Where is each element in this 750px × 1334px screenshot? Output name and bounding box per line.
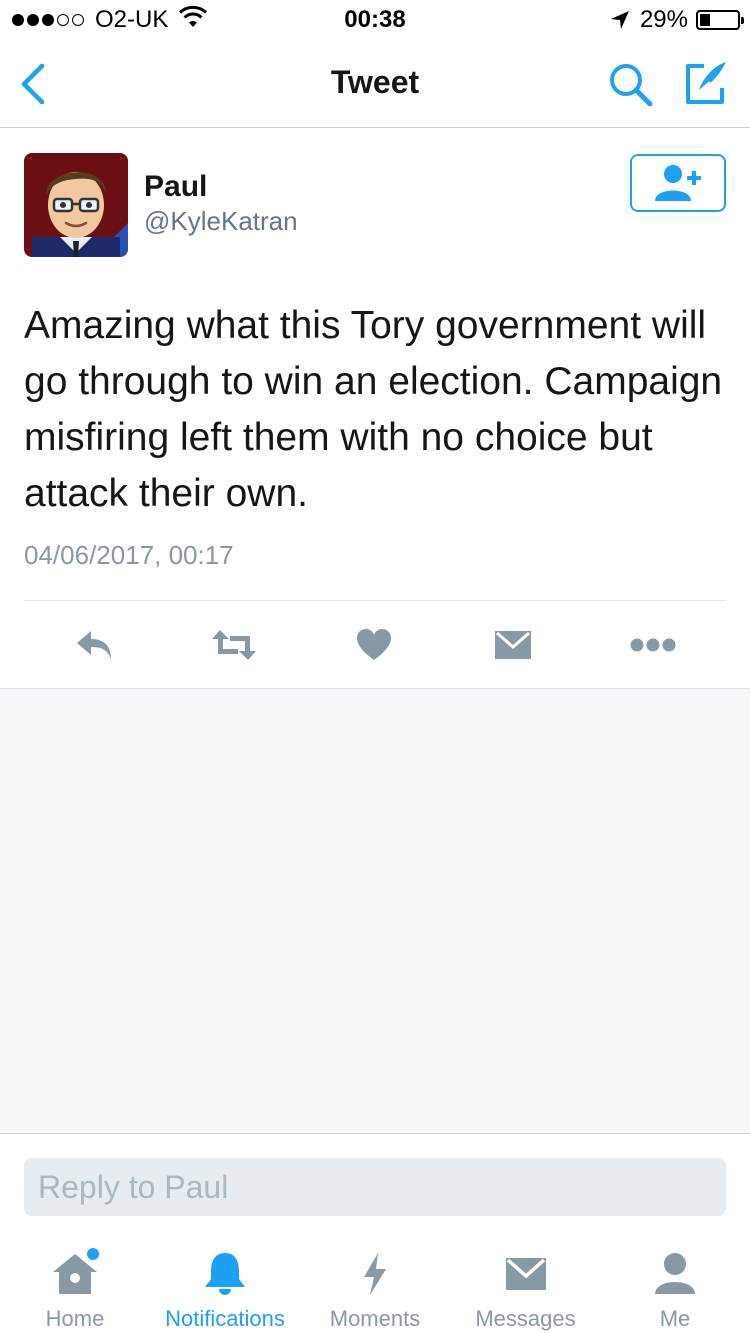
status-right: 29% <box>610 6 744 34</box>
bell-icon <box>195 1244 255 1304</box>
tab-bar: Home Notifications Moments Messages Me <box>0 1234 750 1334</box>
search-icon[interactable] <box>606 60 656 110</box>
envelope-icon <box>496 1244 556 1304</box>
tab-label: Me <box>659 1306 691 1331</box>
tab-me[interactable]: Me <box>640 1234 710 1334</box>
tab-home[interactable]: Home <box>35 1234 115 1334</box>
avatar[interactable] <box>24 153 128 257</box>
reply-bar <box>0 1133 750 1229</box>
replies-area <box>0 689 750 1134</box>
tab-moments[interactable]: Moments <box>320 1234 430 1334</box>
author-handle[interactable]: @KyleKatran <box>144 206 298 237</box>
lightning-icon <box>345 1244 405 1304</box>
tweet-actions <box>0 601 750 689</box>
author-name[interactable]: Paul <box>144 170 207 204</box>
tweet-text: Amazing what this Tory government will g… <box>24 304 723 515</box>
more-icon[interactable] <box>628 623 678 667</box>
compose-icon[interactable] <box>682 58 732 108</box>
tab-label: Moments <box>329 1306 421 1331</box>
tab-messages[interactable]: Messages <box>468 1234 583 1334</box>
heart-icon[interactable] <box>349 623 399 667</box>
navigation-bar: Tweet <box>0 40 750 128</box>
location-arrow-icon <box>610 10 630 30</box>
envelope-icon[interactable] <box>488 623 538 667</box>
tab-notifications[interactable]: Notifications <box>155 1234 295 1334</box>
tab-label: Notifications <box>165 1306 285 1331</box>
battery-level-fill <box>700 14 711 26</box>
home-icon <box>45 1244 105 1304</box>
tweet-timestamp[interactable]: 04/06/2017, 00:17 <box>24 540 234 571</box>
battery-icon <box>696 10 744 30</box>
add-user-icon <box>653 163 703 203</box>
new-content-dot <box>87 1248 99 1260</box>
reply-input[interactable] <box>24 1158 726 1216</box>
tab-label: Home <box>45 1306 105 1331</box>
tab-label: Messages <box>475 1306 576 1331</box>
status-bar: O2-UK 00:38 29% <box>0 0 750 40</box>
follow-button[interactable] <box>630 154 726 212</box>
battery-percent: 29% <box>639 6 688 33</box>
reply-icon[interactable] <box>70 623 120 667</box>
retweet-icon[interactable] <box>209 623 259 667</box>
person-icon <box>645 1244 705 1304</box>
